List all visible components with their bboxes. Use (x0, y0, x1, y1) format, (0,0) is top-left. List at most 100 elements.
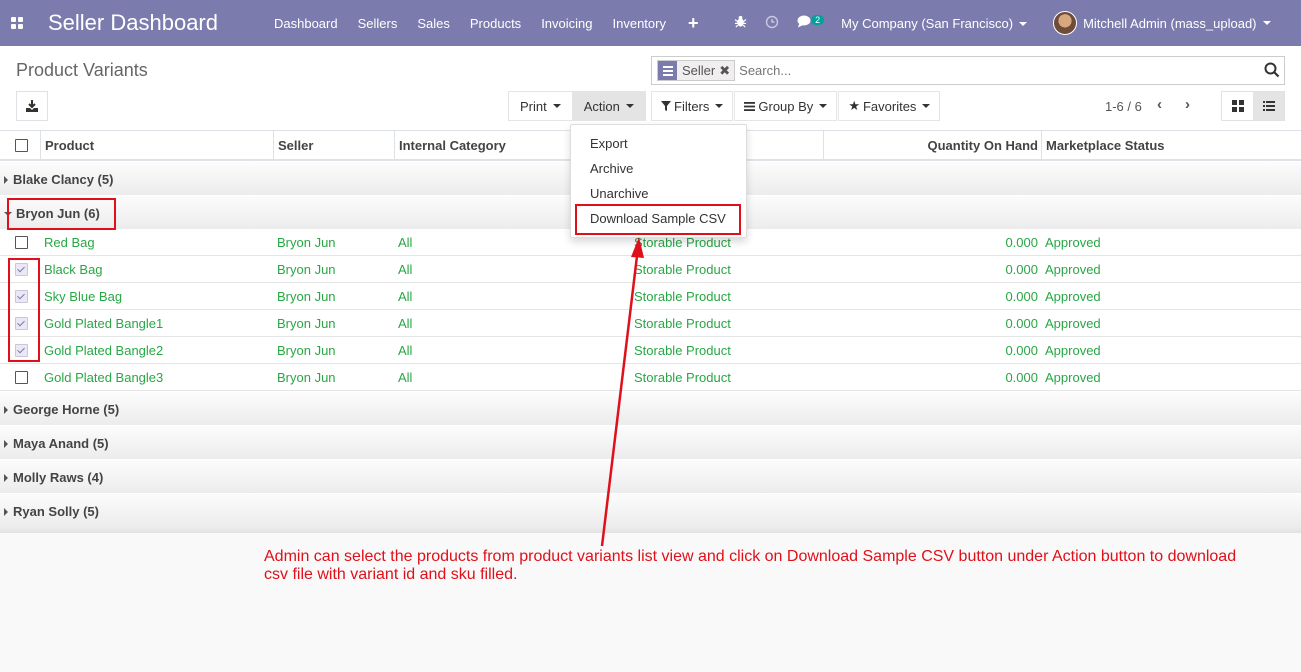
star-icon: ★ (848, 98, 860, 113)
caret-right-icon (4, 176, 8, 184)
chevron-down-icon (715, 104, 724, 108)
cell-product: Sky Blue Bag (44, 289, 123, 304)
search-input[interactable] (739, 63, 1260, 78)
highlight-download-sample-csv (575, 204, 741, 235)
cell-quantity-on-hand: 0.000 (1005, 370, 1038, 385)
column-seller[interactable]: Seller (273, 131, 395, 159)
cell-product-type: Storable Product (634, 316, 731, 331)
facet-label: Seller (682, 63, 716, 78)
cell-seller: Bryon Jun (277, 289, 336, 304)
systray: 2 My Company (San Francisco) (725, 15, 1028, 32)
apps-menu-icon[interactable] (0, 0, 34, 46)
menu-sellers[interactable]: Sellers (348, 16, 408, 31)
group-row[interactable]: Molly Raws (4) (0, 459, 1301, 493)
caret-right-icon (4, 508, 8, 516)
groupby-label: Group By (758, 98, 814, 114)
search-bar: Seller ✖ (651, 56, 1285, 85)
cell-seller: Bryon Jun (277, 343, 336, 358)
cell-quantity-on-hand: 0.000 (1005, 262, 1038, 277)
caret-right-icon (4, 474, 8, 482)
cell-product: Gold Plated Bangle3 (44, 370, 164, 385)
cell-quantity-on-hand: 0.000 (1005, 316, 1038, 331)
cell-marketplace-status: Approved (1045, 235, 1101, 250)
cell-seller: Bryon Jun (277, 235, 336, 250)
chevron-down-icon (1262, 21, 1271, 25)
highlight-checked-rows (8, 258, 40, 362)
group-name: Ryan Solly (5) (13, 504, 99, 519)
chat-icon[interactable]: 2 (788, 15, 834, 31)
menu-invoicing[interactable]: Invoicing (531, 16, 602, 31)
column-quantity-on-hand[interactable]: Quantity On Hand (823, 131, 1042, 159)
clock-icon[interactable] (756, 15, 788, 32)
groupby-button[interactable]: Group By (734, 91, 838, 121)
menu-item-unarchive[interactable]: Unarchive (590, 186, 649, 201)
search-icon[interactable] (1264, 62, 1280, 78)
menu-item-archive[interactable]: Archive (590, 161, 633, 176)
favorites-label: Favorites (862, 98, 917, 114)
chevron-left-icon[interactable]: ‹ (1157, 96, 1162, 113)
close-icon[interactable]: ✖ (719, 61, 734, 80)
cell-marketplace-status: Approved (1045, 316, 1101, 331)
cell-seller: Bryon Jun (277, 262, 336, 277)
group-name: Molly Raws (4) (13, 470, 104, 485)
row-checkbox[interactable] (15, 371, 28, 384)
column-product[interactable]: Product (40, 131, 274, 159)
company-switcher[interactable]: My Company (San Francisco) (841, 16, 1028, 31)
menu-item-export[interactable]: Export (590, 136, 628, 151)
cell-marketplace-status: Approved (1045, 343, 1101, 358)
group-name: Maya Anand (5) (13, 436, 109, 451)
list-view-icon[interactable] (1253, 92, 1284, 120)
pager-value[interactable]: 1-6 / 6 (1105, 99, 1142, 114)
group-row[interactable]: Maya Anand (5) (0, 425, 1301, 459)
cell-product: Gold Plated Bangle1 (44, 316, 164, 331)
download-button[interactable] (16, 91, 48, 121)
control-panel: Product Variants Seller ✖ Print Action F… (0, 46, 1301, 131)
highlight-group-bryon-jun (7, 198, 116, 230)
search-facet-seller[interactable]: Seller ✖ (657, 60, 736, 81)
print-button[interactable]: Print (508, 91, 573, 121)
cell-internal-category: All (398, 289, 413, 304)
page-title: Product Variants (16, 60, 148, 80)
print-action-group: Print Action (508, 91, 646, 121)
main-menu: Dashboard Sellers Sales Products Invoici… (264, 13, 711, 34)
chevron-down-icon (552, 104, 561, 108)
user-menu[interactable]: Mitchell Admin (mass_upload) (1053, 11, 1271, 35)
menu-dashboard[interactable]: Dashboard (264, 16, 348, 31)
chevron-down-icon (1019, 22, 1028, 27)
column-marketplace-status[interactable]: Marketplace Status (1041, 131, 1301, 159)
app-brand[interactable]: Seller Dashboard (48, 10, 218, 36)
group-name: Blake Clancy (5) (13, 172, 114, 187)
view-switcher (1221, 91, 1285, 121)
group-row[interactable]: George Horne (5) (0, 391, 1301, 425)
select-all-checkbox[interactable] (15, 139, 28, 152)
favorites-button[interactable]: ★ Favorites (838, 91, 941, 121)
table-row[interactable]: Black Bag Bryon Jun All Storable Product App… (0, 256, 1301, 283)
plus-icon[interactable]: + (676, 13, 711, 34)
cell-product-type: Storable Product (634, 343, 731, 358)
table-row[interactable]: Gold Plated Bangle1 Bryon Jun All Storable … (0, 310, 1301, 337)
action-button[interactable]: Action (571, 91, 646, 121)
table-row[interactable]: Gold Plated Bangle2 Bryon Jun All Storable … (0, 337, 1301, 364)
kanban-view-icon[interactable] (1222, 92, 1253, 120)
menu-products[interactable]: Products (460, 16, 531, 31)
table-row[interactable]: Sky Blue Bag Bryon Jun All Storable Product… (0, 283, 1301, 310)
cell-product-type: Storable Product (634, 289, 731, 304)
chevron-right-icon[interactable]: › (1185, 96, 1190, 113)
filter-icon (661, 101, 671, 111)
row-checkbox[interactable] (15, 236, 28, 249)
cell-seller: Bryon Jun (277, 370, 336, 385)
filters-button[interactable]: Filters (651, 91, 734, 121)
cell-marketplace-status: Approved (1045, 262, 1101, 277)
group-by-list-icon (658, 61, 677, 80)
table-row[interactable]: Gold Plated Bangle3 Bryon Jun All Storable … (0, 364, 1301, 391)
menu-inventory[interactable]: Inventory (603, 16, 676, 31)
chevron-down-icon (922, 104, 931, 108)
cell-marketplace-status: Approved (1045, 370, 1101, 385)
cell-internal-category: All (398, 316, 413, 331)
menu-sales[interactable]: Sales (407, 16, 460, 31)
cell-product: Red Bag (44, 235, 95, 250)
cell-product: Black Bag (44, 262, 103, 277)
annotation-text: Admin can select the products from produ… (264, 548, 1237, 583)
group-row[interactable]: Ryan Solly (5) (0, 493, 1301, 527)
bug-icon[interactable] (725, 15, 756, 31)
